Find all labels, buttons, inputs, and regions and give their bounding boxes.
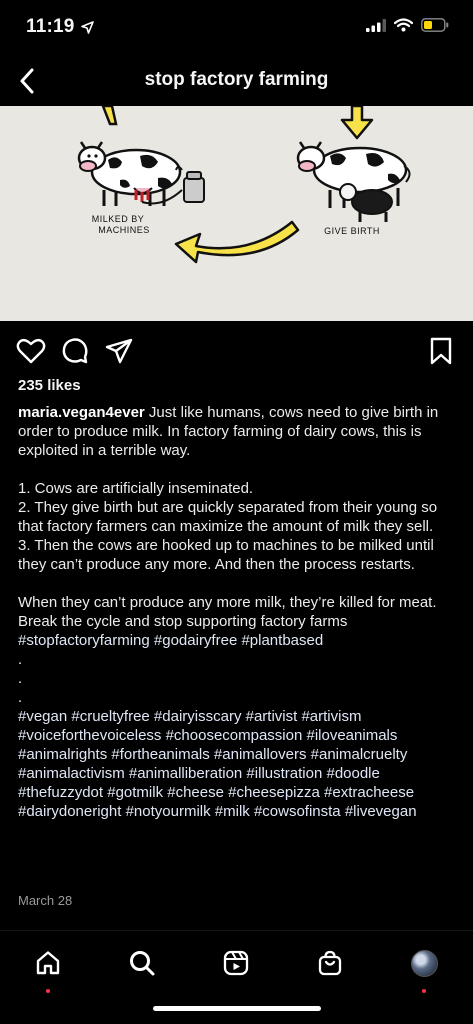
caption-hashtags-primary[interactable]: #stopfactoryfarming #godairyfree #plantb… — [18, 631, 458, 650]
status-time: 11:19 — [26, 16, 94, 38]
cow-cycle-illustration: MILKED BY MACHINES GIVE BIRTH — [77, 106, 411, 264]
home-icon — [36, 951, 60, 975]
likes-count[interactable]: 235 likes — [18, 377, 81, 394]
caption-list-item: 1. Cows are artificially inseminated. — [18, 480, 254, 497]
caption-dot: . — [18, 689, 23, 706]
cow-left-drawing — [77, 141, 205, 206]
avatar — [410, 949, 438, 977]
shopping-bag-icon — [318, 950, 342, 976]
label-milked-line2: MACHINES — [98, 225, 150, 235]
caption-hashtags[interactable]: #vegan #crueltyfree #dairyisscary #artiv… — [18, 707, 458, 821]
post-caption: maria.vegan4ever Just like humans, cows … — [18, 403, 458, 821]
comment-icon — [62, 338, 88, 364]
tab-search[interactable] — [122, 943, 162, 983]
nav-header: stop factory farming — [0, 56, 473, 106]
arrow-curve-icon — [174, 220, 300, 264]
signal-icon — [366, 18, 386, 32]
page-title: stop factory farming — [144, 69, 329, 90]
status-bar: 11:19 — [0, 0, 473, 56]
caption-list-item: 2. They give birth but are quickly separ… — [18, 499, 438, 535]
cow-right-drawing — [296, 141, 411, 222]
profile-notification-dot — [422, 989, 426, 993]
search-icon — [130, 951, 155, 976]
post-date: March 28 — [18, 893, 73, 908]
status-time-text: 11:19 — [26, 16, 75, 37]
home-indicator — [153, 1006, 321, 1011]
tab-shop[interactable] — [310, 943, 350, 983]
caption-closing: When they can’t produce any more milk, t… — [18, 594, 437, 630]
caption-username[interactable]: maria.vegan4ever — [18, 404, 145, 421]
arrow-down-right-icon — [340, 106, 374, 140]
label-give-birth: GIVE BIRTH — [324, 226, 380, 236]
battery-icon — [421, 18, 449, 32]
caption-dot: . — [18, 670, 23, 687]
save-button[interactable] — [426, 336, 456, 366]
label-milked-line1: MILKED BY — [92, 214, 145, 224]
caption-dot: . — [18, 651, 23, 668]
share-button[interactable] — [104, 336, 134, 366]
caption-intro: maria.vegan4ever Just like humans, cows … — [18, 403, 458, 460]
post-actions — [0, 336, 473, 366]
location-arrow-icon — [80, 20, 94, 34]
caption-list-item: 3. Then the cows are hooked up to machin… — [18, 537, 434, 573]
status-indicators — [366, 18, 449, 32]
heart-icon — [16, 338, 46, 364]
wifi-icon — [394, 18, 413, 32]
tab-profile[interactable] — [404, 943, 444, 993]
arrow-down-left-icon — [101, 106, 118, 126]
tab-home[interactable] — [28, 943, 68, 993]
reels-icon — [223, 950, 249, 976]
home-notification-dot — [46, 989, 50, 993]
send-icon — [105, 338, 133, 364]
bookmark-icon — [430, 337, 452, 365]
comment-button[interactable] — [60, 336, 90, 366]
tab-reels[interactable] — [216, 943, 256, 983]
like-button[interactable] — [16, 336, 46, 366]
post-image[interactable]: MILKED BY MACHINES GIVE BIRTH — [0, 106, 473, 321]
